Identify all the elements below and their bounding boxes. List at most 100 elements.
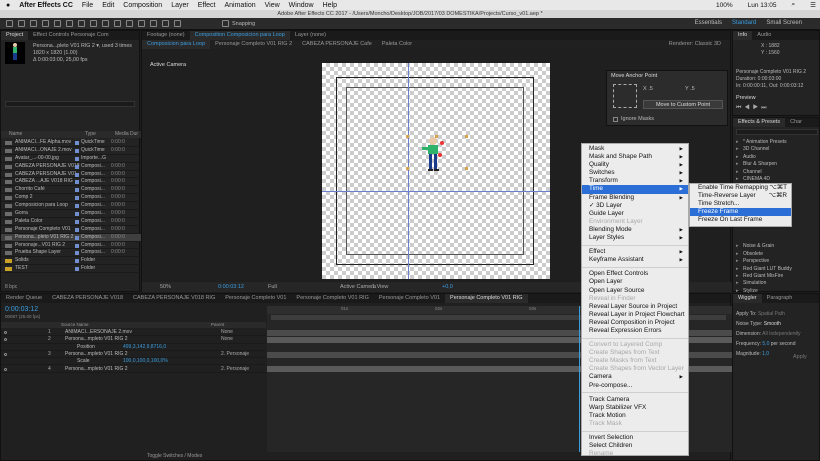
stamp-tool-icon[interactable] — [138, 20, 145, 27]
menu-item-mask[interactable]: Mask — [582, 145, 688, 153]
visibility-eye-icon[interactable] — [4, 367, 7, 371]
menu-item-camera[interactable]: Camera — [582, 373, 688, 381]
project-item[interactable]: Personaje Completo V01 Composi... 0:00:0 — [1, 226, 141, 234]
parent-dropdown[interactable]: 2. Personaje — [221, 351, 249, 358]
layer-name[interactable]: Persona...mpleto V01 RIG 2 — [65, 366, 128, 373]
effects-category[interactable]: * Animation Presets — [733, 139, 820, 147]
comp-canvas[interactable] — [322, 63, 550, 279]
menu-item-warp-stabilizer-vfx[interactable]: Warp Stabilizer VFX — [582, 404, 688, 412]
subtab-personaje-rig[interactable]: Personaje Completo V01 RIG 2 — [210, 40, 297, 49]
tab-effects-presets[interactable]: Effects & Presets — [733, 118, 786, 127]
project-item[interactable]: Gorra Composi... 0:00:0 — [1, 210, 141, 218]
menu-composition[interactable]: Composition — [123, 2, 162, 9]
col-type[interactable]: Type — [85, 131, 96, 137]
menu-item-time[interactable]: Time — [582, 185, 688, 194]
col-duration[interactable]: Media Dur — [115, 131, 138, 137]
pan-behind-tool-icon[interactable] — [78, 20, 85, 27]
project-item[interactable]: ANIMACI...FE Alpha.mov QuickTime 0:00:0 — [1, 139, 141, 147]
tab-project[interactable]: Project — [1, 31, 29, 40]
timeline-current-time[interactable]: 0:00:03:12 — [5, 306, 38, 313]
menu-item-reveal-layer-source-in-project[interactable]: Reveal Layer Source in Project — [582, 303, 688, 311]
subtab-cabeza-cafe[interactable]: CABEZA PERSONAJE Cafe — [297, 40, 377, 49]
project-item[interactable]: Persona...pleto V01 RIG 2 Composi... 0:00:… — [1, 233, 141, 242]
parent-dropdown[interactable]: None — [221, 336, 233, 343]
layer-row[interactable]: 4 Persona...mpleto V01 RIG 2 2. Personaje — [1, 366, 266, 373]
workspace-small-screen[interactable]: Small Screen — [766, 20, 802, 26]
layer-row[interactable]: Scale 100,0,100,0,100,0% — [1, 358, 266, 366]
property-value[interactable]: 100,0,100,0,100,0% — [123, 358, 168, 365]
layer-name[interactable]: Scale — [77, 358, 90, 365]
project-item[interactable]: Paleta Color Composi... 0:00:0 — [1, 218, 141, 226]
menu-item-open-layer[interactable]: Open Layer — [582, 278, 688, 286]
home-icon[interactable] — [6, 20, 13, 27]
menu-view[interactable]: View — [265, 2, 280, 9]
menu-item-track-camera[interactable]: Track Camera — [582, 396, 688, 404]
menu-item-frame-blending[interactable]: Frame Blending — [582, 194, 688, 202]
layer-name[interactable]: Persona...mpleto V01 RIG 2 — [65, 336, 128, 343]
menu-item-switches[interactable]: Switches — [582, 169, 688, 177]
tab-effect-controls[interactable]: Effect Controls Personaje Com — [28, 31, 113, 40]
playhead[interactable] — [579, 306, 580, 452]
parent-dropdown[interactable]: None — [221, 329, 233, 336]
current-time-display[interactable]: 0:00:03:12 — [218, 282, 244, 292]
menu-item-open-layer-source[interactable]: Open Layer Source — [582, 287, 688, 295]
apple-icon[interactable]: ● — [6, 2, 10, 9]
exposure-value[interactable]: +0,0 — [442, 282, 453, 292]
menu-item-invert-selection[interactable]: Invert Selection — [582, 434, 688, 442]
submenu-item-enable-time-remapping[interactable]: Enable Time Remapping ⌥⌘T — [690, 184, 791, 192]
effects-category[interactable]: Audio — [733, 154, 820, 162]
eraser-tool-icon[interactable] — [150, 20, 157, 27]
ignore-masks-checkbox[interactable] — [613, 117, 618, 122]
effects-category[interactable]: 3D Channel — [733, 146, 820, 154]
menu-animation[interactable]: Animation — [224, 2, 255, 9]
views-layout-dropdown[interactable]: 1 View — [372, 282, 388, 292]
col-parent[interactable]: Parent — [211, 322, 224, 327]
anchor-y[interactable]: Y .5 — [685, 86, 695, 92]
text-tool-icon[interactable] — [114, 20, 121, 27]
menu-item-transform[interactable]: Transform — [582, 177, 688, 185]
menu-item-keyframe-assistant[interactable]: Keyframe Assistant — [582, 256, 688, 264]
subtab-comp-loop[interactable]: Composicion para Loop — [142, 40, 211, 49]
effects-category[interactable]: Blur & Sharpen — [733, 161, 820, 169]
timeline-tab[interactable]: Personaje Completo V01 RIG — [445, 294, 528, 303]
timeline-tab[interactable]: Personaje Completo V01 RIG — [291, 294, 373, 303]
app-menu[interactable]: After Effects CC — [19, 2, 73, 9]
timeline-tab[interactable]: CABEZA PERSONAJE V018 — [47, 294, 128, 303]
effects-category[interactable]: Obsolete — [733, 251, 820, 259]
menu-file[interactable]: File — [82, 2, 93, 9]
project-item[interactable]: CABEZA ...AJE V018 RIG Composi... 0:00:0 — [1, 178, 141, 187]
zoom-dropdown[interactable]: 50% — [160, 282, 171, 292]
preview-label[interactable]: Preview — [736, 95, 756, 101]
menu-item-open-effect-controls[interactable]: Open Effect Controls — [582, 270, 688, 278]
menu-layer[interactable]: Layer — [171, 2, 189, 9]
menu-item-reveal-composition-in-project[interactable]: Reveal Composition in Project — [582, 319, 688, 327]
timeline-tab[interactable]: Render Queue — [1, 294, 47, 303]
layer-row[interactable]: 3 Persona...mpleto V01 RIG 2 2. Personaje — [1, 351, 266, 359]
effects-search-input[interactable] — [736, 129, 818, 135]
project-item[interactable]: TEST Folder — [1, 265, 141, 274]
camera-tool-icon[interactable] — [66, 20, 73, 27]
project-item[interactable]: Avatar_...-00-00.jpg Importe...G — [1, 155, 141, 163]
menu-list-icon[interactable]: ☰ — [810, 1, 816, 9]
menu-item-guide-layer[interactable]: Guide Layer — [582, 210, 688, 218]
layer-name[interactable]: Position — [77, 344, 95, 351]
workspace-essentials[interactable]: Essentials — [695, 20, 722, 26]
move-custom-point-button[interactable]: Move to Custom Point — [643, 100, 723, 109]
project-search-input[interactable] — [5, 101, 135, 107]
anchor-grid-icon[interactable] — [613, 84, 637, 108]
project-item[interactable]: Personaje...V01 RIG 2 Composi... 0:00:0 — [1, 242, 141, 250]
submenu-item-freeze-frame[interactable]: Freeze Frame — [690, 208, 791, 217]
layer-name[interactable]: Persona...mpleto V01 RIG 2 — [65, 351, 128, 358]
parent-dropdown[interactable]: 2. Personaje — [221, 366, 249, 373]
layer-row[interactable]: Position 499,3,142,9,8716,0 — [1, 344, 266, 351]
col-source-name[interactable]: Source Name — [61, 322, 89, 327]
tab-info[interactable]: Info — [733, 31, 753, 40]
effects-category[interactable]: Simulation — [733, 280, 820, 288]
pen-tool-icon[interactable] — [102, 20, 109, 27]
menu-window[interactable]: Window — [289, 2, 314, 9]
effects-category[interactable]: Red Giant MisFire — [733, 273, 820, 281]
menu-item-blending-mode[interactable]: Blending Mode — [582, 226, 688, 234]
tab-paragraph[interactable]: Paragraph — [762, 294, 798, 303]
property-value[interactable]: 499,3,142,9,8716,0 — [123, 344, 166, 351]
apply-button[interactable]: Apply — [793, 354, 807, 360]
